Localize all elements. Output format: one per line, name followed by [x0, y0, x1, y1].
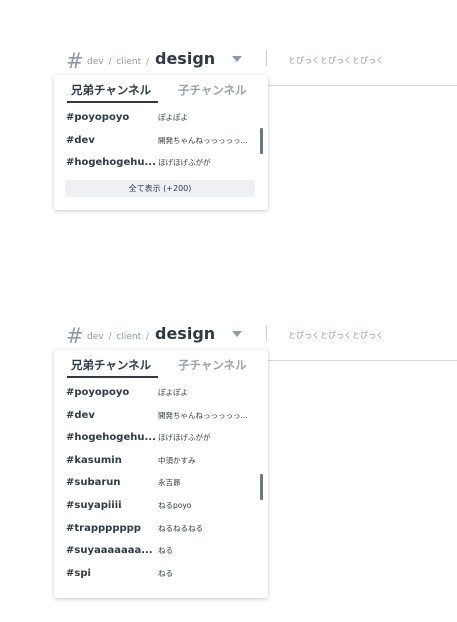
channel-item-topic: ぽよぽよ — [158, 113, 188, 122]
list-item[interactable]: #poyopoyo ぽよぽよ — [54, 107, 268, 130]
list-item[interactable]: #trappppppp ねるねるねる — [54, 518, 268, 541]
breadcrumb-separator: / — [145, 57, 150, 67]
channel-topic[interactable]: とぴっくとぴっくとぴっく — [288, 330, 384, 342]
channel-topic[interactable]: とぴっくとぴっくとぴっく — [288, 55, 384, 67]
breadcrumb: dev / client / — [87, 330, 151, 344]
channel-item-name: #hogehogehu... — [66, 432, 156, 444]
channel-panel-expanded: # dev / client / design とぴっくとぴっくとぴっく 兄弟チ… — [0, 320, 457, 610]
channel-item-topic: 永吉昴 — [158, 478, 181, 488]
channel-name[interactable]: design — [155, 322, 215, 346]
breadcrumb-client[interactable]: client — [116, 57, 141, 67]
tab-sibling-channels[interactable]: 兄弟チャンネル — [71, 83, 151, 97]
breadcrumb-dev[interactable]: dev — [87, 332, 104, 342]
channel-item-name: #poyopoyo — [66, 387, 130, 398]
tab-sibling-channels[interactable]: 兄弟チャンネル — [71, 358, 151, 372]
list-item[interactable]: #poyopoyo ぽよぽよ — [54, 382, 268, 405]
channel-item-name: #suyapiiii — [66, 499, 122, 511]
channel-list: #poyopoyo ぽよぽよ #dev 開発ちゃんねっっっっっ... #hoge… — [54, 107, 268, 175]
tab-child-channels[interactable]: 子チャンネル — [178, 83, 247, 97]
channel-item-topic: ぽよぽよ — [158, 388, 188, 397]
list-item[interactable]: #suyaaaaaaa... ねる — [54, 540, 268, 563]
show-all-button[interactable]: 全て表示 (+200) — [65, 180, 255, 197]
channel-item-topic: 開発ちゃんねっっっっっ... — [158, 410, 248, 420]
channel-item-topic: ねる — [158, 546, 173, 556]
active-tab-indicator — [67, 101, 158, 103]
active-tab-indicator — [67, 376, 158, 378]
channel-item-name: #dev — [66, 134, 95, 146]
breadcrumb-separator: / — [145, 332, 150, 342]
chevron-down-icon[interactable] — [232, 56, 242, 62]
scrollbar-thumb[interactable] — [260, 128, 263, 154]
list-item[interactable]: #subarun 永吉昴 — [54, 472, 268, 495]
list-item[interactable]: #spi ねる — [54, 563, 268, 586]
list-item[interactable]: #hogehogehu... ほげほげふがが — [54, 427, 268, 450]
chevron-down-icon[interactable] — [232, 331, 242, 337]
list-item[interactable]: #kasumin 中須かすみ — [54, 450, 268, 473]
channel-name[interactable]: design — [155, 47, 215, 71]
channel-item-topic: ねる — [158, 568, 173, 578]
channel-item-name: #poyopoyo — [66, 112, 130, 123]
channel-item-name: #dev — [66, 409, 95, 421]
channel-item-name: #hogehogehu... — [66, 157, 156, 169]
header-bottom-rule — [266, 85, 457, 86]
list-item[interactable]: #hogehogehu... ほげほげふがが — [54, 152, 268, 175]
channel-dropdown: 兄弟チャンネル 子チャンネル #poyopoyo ぽよぽよ #dev 開発ちゃん… — [54, 75, 268, 210]
header-bottom-rule — [266, 360, 457, 361]
list-item[interactable]: #suyapiiii ねるpoyo — [54, 495, 268, 518]
tab-child-channels[interactable]: 子チャンネル — [178, 358, 247, 372]
channel-hash-icon: # — [66, 49, 84, 73]
channel-item-topic: 開発ちゃんねっっっっっ... — [158, 135, 248, 145]
channel-item-topic: ねるねるねる — [158, 523, 203, 533]
channel-item-topic: ねるpoyo — [158, 500, 192, 510]
channel-item-topic: 中須かすみ — [158, 455, 196, 465]
breadcrumb-client[interactable]: client — [116, 332, 141, 342]
breadcrumb-separator: / — [108, 57, 112, 67]
header-divider — [266, 50, 267, 66]
channel-item-name: #trappppppp — [66, 522, 141, 534]
channel-tabs: 兄弟チャンネル 子チャンネル — [54, 75, 268, 103]
channel-hash-icon: # — [66, 324, 84, 348]
breadcrumb-dev[interactable]: dev — [87, 57, 104, 67]
channel-item-name: #subarun — [66, 477, 121, 489]
channel-item-topic: ほげほげふがが — [158, 158, 211, 168]
scrollbar-thumb[interactable] — [260, 474, 263, 500]
channel-tabs: 兄弟チャンネル 子チャンネル — [54, 350, 268, 378]
channel-item-topic: ほげほげふがが — [158, 433, 211, 443]
channel-item-name: #kasumin — [66, 454, 122, 466]
header-divider — [266, 325, 267, 341]
channel-item-name: #suyaaaaaaa... — [66, 545, 153, 557]
list-item[interactable]: #dev 開発ちゃんねっっっっっ... — [54, 130, 268, 153]
breadcrumb-separator: / — [108, 332, 112, 342]
channel-dropdown: 兄弟チャンネル 子チャンネル #poyopoyo ぽよぽよ #dev 開発ちゃん… — [54, 350, 268, 598]
breadcrumb: dev / client / — [87, 55, 151, 69]
list-item[interactable]: #dev 開発ちゃんねっっっっっ... — [54, 405, 268, 428]
channel-list: #poyopoyo ぽよぽよ #dev 開発ちゃんねっっっっっ... #hoge… — [54, 382, 268, 585]
channel-panel-collapsed: # dev / client / design とぴっくとぴっくとぴっく 兄弟チ… — [0, 45, 457, 215]
channel-item-name: #spi — [66, 567, 91, 579]
